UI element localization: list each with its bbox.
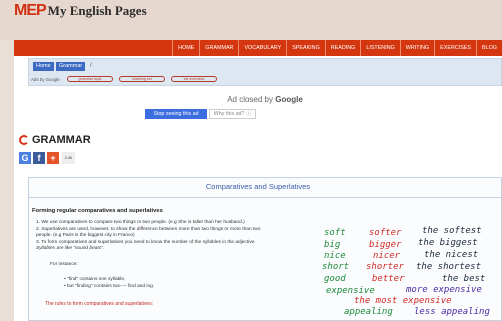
grammar-logo-icon [19,135,29,145]
hand-word: shorter [366,262,404,272]
logo-text: My English Pages [47,3,147,18]
why-this-ad-button[interactable]: Why this ad? ⓘ [209,109,256,119]
ad-closed-brand: Google [275,95,303,104]
hand-word: bigger [369,240,402,250]
share-count: 2.4K [62,152,75,164]
hand-word: more expensive [406,285,482,295]
article-heading: Forming regular comparatives and superla… [32,208,163,214]
ads-by-google-label[interactable]: Ads by Google [31,76,60,84]
breadcrumb-separator: / [90,63,92,69]
nav-writing[interactable]: WRITING [399,40,434,56]
facebook-share-icon[interactable]: f [33,152,45,164]
nav-reading[interactable]: READING [324,40,361,56]
nav-blog[interactable]: BLOG [476,40,502,56]
article-line: people. (e.g Paris is the biggest city i… [36,233,135,238]
for-instance-label: For instance: [50,262,78,267]
nav-listening[interactable]: LISTENING [360,40,399,56]
site-logo[interactable]: MEP My English Pages [14,3,147,19]
hand-word: softer [369,228,402,238]
ad-topic-pill[interactable]: grammar topic [67,76,113,82]
hand-word: the best [442,274,486,284]
hand-word: less appealing [414,307,490,317]
hand-word: better [372,274,405,284]
hand-word: the most expensive [354,296,452,306]
article-title: Comparatives and Superlatives [205,182,311,191]
nav-vocabulary[interactable]: VOCABULARY [238,40,286,56]
plus-share-icon[interactable]: + [47,152,59,164]
breadcrumb-home[interactable]: Home [33,62,54,71]
hand-word: the shortest [416,262,482,272]
article-line: Syllables are like "sound beats". [36,246,105,251]
ad-topic-pill[interactable]: teaching esl [119,76,165,82]
main-content: Home Grammar / Ads by Google grammar top… [14,56,502,321]
nav-grammar[interactable]: GRAMMAR [199,40,238,56]
article-line: 2. Superlatives are used, however, to sh… [36,226,261,232]
hand-word: the nicest [424,250,479,260]
hand-word: good [324,274,346,284]
ad-topic-pill[interactable]: esl exercises [171,76,217,82]
nav-exercises[interactable]: EXERCISES [434,40,476,56]
site-header: MEP My English Pages [0,0,502,40]
hand-word: big [324,240,341,250]
article-line: 1. We use comparatives to compare two th… [36,220,245,225]
logo-badge: MEP [14,2,47,19]
ad-closed-box: Ad closed by Google Stop seeing this ad … [28,87,502,133]
hand-word: expensive [326,286,375,296]
breadcrumb-grammar[interactable]: Grammar [56,62,86,71]
nav-home[interactable]: HOME [172,40,199,56]
divider [28,197,502,198]
ad-closed-text: Ad closed by Google [28,95,502,104]
breadcrumb: Home Grammar / Ads by Google grammar top… [28,58,502,86]
hand-word: soft [324,228,346,238]
google-share-icon[interactable]: G [19,152,31,164]
bullet-item: • but "finding" contains two — find and … [64,284,155,289]
hand-word: the biggest [418,238,478,248]
hand-word: nicer [373,251,401,261]
article-line: 3. To form comparatives and superlatives… [36,239,256,245]
rules-label: The rules to form comparatives and super… [45,301,154,307]
nav-speaking[interactable]: SPEAKING [286,40,325,56]
bullet-item: • "find" contains one syllable, [64,277,126,282]
section-title: GRAMMAR [32,134,91,146]
hand-word: the softest [422,226,482,236]
hand-word: nice [324,251,346,261]
hand-word: appealing [344,307,393,317]
ad-closed-prefix: Ad closed by [227,95,273,104]
stop-seeing-ad-button[interactable]: Stop seeing this ad [145,109,207,119]
hand-word: short [322,262,350,272]
main-nav: HOME GRAMMAR VOCABULARY SPEAKING READING… [14,40,502,56]
